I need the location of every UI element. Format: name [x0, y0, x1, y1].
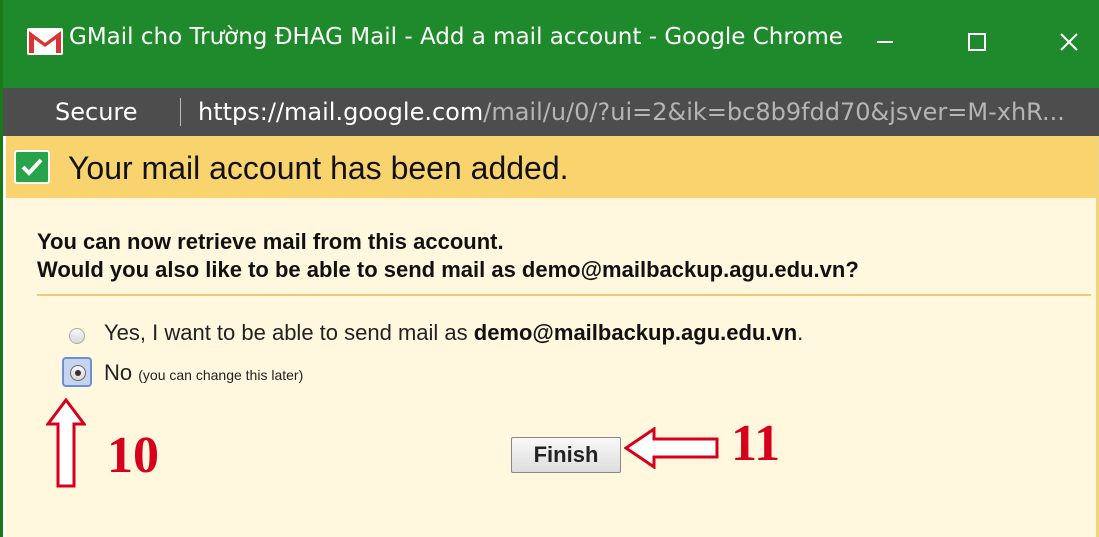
step-11-label: 11	[731, 415, 781, 472]
option-no-text: No	[104, 360, 133, 385]
close-button[interactable]	[1043, 16, 1095, 68]
dialog-header: Your mail account has been added.	[6, 136, 1096, 198]
url-path: /mail/u/0/?ui=2&ik=bc8b9fdd70&jsver=M-xh…	[483, 98, 1065, 126]
url-text[interactable]: https://mail.google.com/mail/u/0/?ui=2&i…	[198, 98, 1088, 126]
dialog-message: You can now retrieve mail from this acco…	[37, 228, 859, 284]
address-separator	[180, 98, 181, 126]
url-scheme: https://	[198, 98, 285, 126]
gmail-icon	[27, 28, 63, 55]
finish-button[interactable]: Finish	[511, 437, 621, 473]
window-title: GMail cho Trường ĐHAG Mail - Add a mail …	[69, 24, 843, 50]
dialog-heading: Your mail account has been added.	[68, 150, 569, 186]
divider	[37, 294, 1091, 296]
secure-label[interactable]: Secure	[55, 98, 138, 126]
minimize-icon	[877, 41, 893, 43]
dialog-content: Your mail account has been added. You ca…	[6, 136, 1099, 537]
radio-yes[interactable]	[69, 328, 85, 344]
message-line-1: You can now retrieve mail from this acco…	[37, 229, 504, 254]
radio-no[interactable]	[70, 365, 86, 381]
maximize-icon	[968, 33, 986, 51]
checkmark-icon	[14, 150, 50, 184]
arrow-left-icon	[624, 427, 719, 469]
step-10-label: 10	[107, 427, 159, 484]
radio-no-focus[interactable]	[62, 357, 92, 387]
maximize-button[interactable]	[951, 16, 1003, 68]
arrow-up-icon	[46, 398, 86, 488]
option-yes-email: demo@mailbackup.agu.edu.vn	[473, 320, 798, 345]
close-icon	[1060, 33, 1078, 51]
option-yes-prefix: Yes, I want to be able to send mail as	[104, 320, 474, 345]
message-line-2: Would you also like to be able to send m…	[37, 257, 859, 282]
browser-window: GMail cho Trường ĐHAG Mail - Add a mail …	[0, 0, 1099, 537]
url-host: mail.google.com	[284, 98, 484, 126]
option-yes-label[interactable]: Yes, I want to be able to send mail as d…	[104, 320, 803, 346]
minimize-button[interactable]	[859, 16, 911, 68]
title-bar: GMail cho Trường ĐHAG Mail - Add a mail …	[3, 0, 1099, 88]
option-no-label[interactable]: No (you can change this later)	[104, 360, 303, 386]
option-yes-suffix: .	[797, 320, 804, 345]
option-no-hint: (you can change this later)	[138, 367, 304, 383]
